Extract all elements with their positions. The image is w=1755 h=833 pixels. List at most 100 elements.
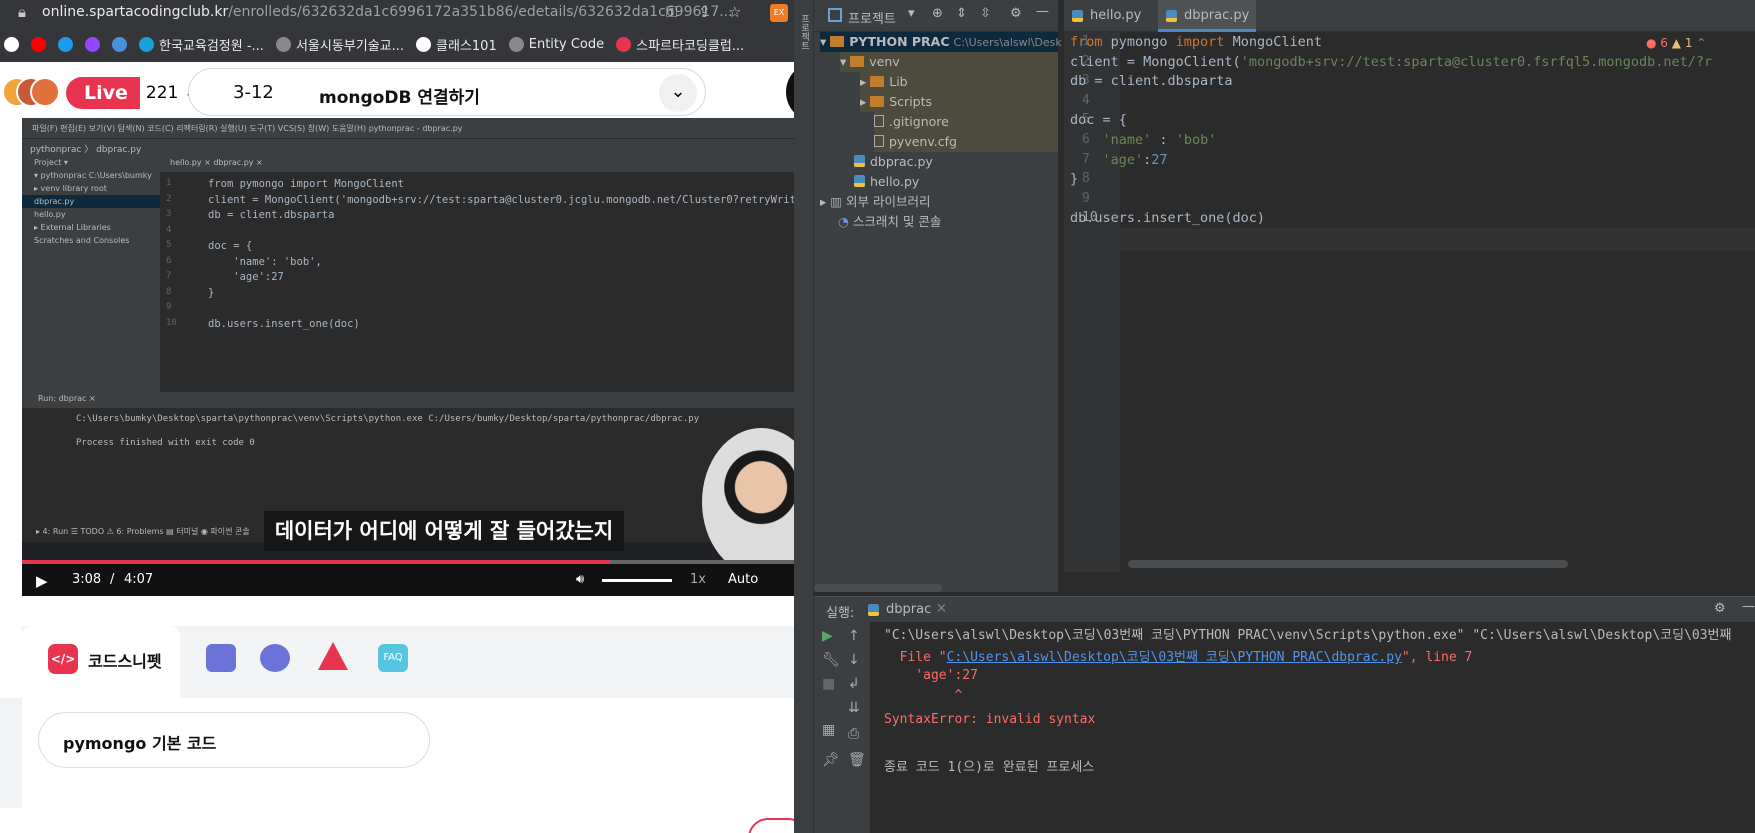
volume-icon[interactable]: 🔊︎ bbox=[576, 572, 584, 587]
exit-message: 종료 코드 1(으)로 완료된 프로세스 bbox=[884, 760, 1095, 775]
code-token: from bbox=[1070, 34, 1103, 50]
tree-item-label: hello.py bbox=[870, 174, 920, 189]
minimize-icon[interactable]: — bbox=[1742, 599, 1755, 614]
project-scrollbar[interactable] bbox=[814, 584, 942, 592]
tree-item-gitignore[interactable]: .gitignore bbox=[874, 112, 1058, 132]
run-tab-label[interactable]: dbprac bbox=[886, 602, 931, 617]
bookmark-item[interactable]: 클래스101 bbox=[416, 35, 497, 54]
bookmark-item[interactable] bbox=[31, 36, 46, 52]
project-tool-button[interactable]: 프로젝트 bbox=[797, 14, 811, 50]
tree-item-scratches[interactable]: ◔ 스크래치 및 콘솔 bbox=[838, 212, 941, 232]
code-token: client = MongoClient( bbox=[1070, 53, 1241, 70]
tab-hello-py[interactable]: hello.py × bbox=[1064, 0, 1156, 55]
tree-item-dbprac[interactable]: dbprac.py bbox=[854, 152, 933, 172]
lesson-number: 3-12 bbox=[233, 82, 274, 103]
video-run-tab: Run: dbprac × bbox=[22, 392, 794, 408]
project-panel-header: 프로젝트 ▾ ⊕ ⇕ ⇳ ⚙ — bbox=[814, 0, 1058, 32]
tree-item-lib[interactable]: ▸ Lib bbox=[860, 72, 1058, 92]
tree-item-venv[interactable]: ▾ venv bbox=[840, 52, 1058, 72]
target-icon[interactable]: ⊕ bbox=[932, 6, 943, 21]
python-file-icon bbox=[1072, 10, 1083, 22]
scroll-end-icon[interactable]: ⇊ bbox=[848, 700, 860, 716]
error-source-line: 'age':27 bbox=[884, 668, 978, 683]
minimize-icon[interactable]: — bbox=[1036, 4, 1049, 19]
video-tree-item: Scratches and Consoles bbox=[34, 236, 130, 245]
gear-icon[interactable]: ⚙ bbox=[1714, 601, 1726, 616]
code-line: client = MongoClient('mongodb+srv://test… bbox=[1070, 54, 1712, 70]
tree-item-scripts[interactable]: ▸ Scripts bbox=[860, 92, 1058, 112]
arrow-up-icon[interactable]: ↑ bbox=[848, 628, 860, 644]
video-run-command: C:\Users\bumky\Desktop\sparta\pythonprac… bbox=[76, 414, 700, 424]
volume-slider[interactable] bbox=[602, 579, 672, 582]
checklist-icon[interactable] bbox=[206, 644, 236, 672]
traceback-file-link[interactable]: C:\Users\alswl\Desktop\코딩\03번째 코딩\PYTHON… bbox=[947, 650, 1402, 665]
video-ide-breadcrumb: pythonprac 〉 dbprac.py bbox=[22, 138, 794, 156]
collapse-all-icon[interactable]: ⇳ bbox=[980, 6, 991, 21]
bookmark-item[interactable] bbox=[58, 36, 73, 52]
soft-wrap-icon[interactable]: ↲ bbox=[848, 676, 860, 692]
tree-item-hello[interactable]: hello.py bbox=[854, 172, 919, 192]
problems-indicator[interactable]: ● 6 ▲ 1 ⌃ bbox=[1646, 36, 1706, 50]
chevron-down-icon[interactable]: ⌄ bbox=[659, 74, 697, 112]
bookmarks-bar: 한국교육검정원 -... 서울시동부기술교... 클래스101 Entity Code… bbox=[0, 26, 794, 62]
url-text[interactable]: online.spartacodingclub.kr/enrolleds/632… bbox=[42, 4, 733, 20]
extension-icon[interactable]: EX bbox=[770, 4, 788, 22]
tree-item-root[interactable]: ▾ PYTHON PRAC C:\Users\alswl\Desk bbox=[820, 32, 1062, 52]
floating-button[interactable] bbox=[748, 818, 794, 833]
star-icon[interactable]: ☆ bbox=[728, 3, 741, 21]
bookmark-item[interactable]: 서울시동부기술교... bbox=[275, 35, 404, 54]
snippet-title-box[interactable]: pymongo 기본 코드 bbox=[38, 712, 430, 768]
stop-icon[interactable]: ■ bbox=[822, 676, 835, 692]
play-icon[interactable]: ▶ bbox=[36, 572, 48, 590]
code-icon: </> bbox=[48, 644, 78, 674]
print-icon[interactable]: ⎙ bbox=[848, 726, 859, 742]
wrench-icon[interactable]: 🔧︎ bbox=[822, 652, 840, 668]
code-line: db.users.insert_one(doc) bbox=[1070, 210, 1265, 226]
trash-icon[interactable]: 🗑︎ bbox=[848, 752, 866, 768]
warning-icon[interactable] bbox=[318, 642, 348, 670]
tree-item-label: 외부 라이브러리 bbox=[846, 194, 931, 209]
code-line: } bbox=[1070, 171, 1078, 187]
video-code-line: db.users.insert_one(doc) bbox=[208, 317, 360, 330]
bookmark-item[interactable]: 한국교육검정원 -... bbox=[139, 35, 264, 54]
quality-selector[interactable]: Auto bbox=[728, 572, 758, 587]
video-controls: ▶ 3:08 / 4:07 🔊︎ 1x Auto bbox=[22, 564, 794, 596]
rerun-icon[interactable]: ▶ bbox=[822, 628, 833, 644]
code-editor[interactable]: from pymongo import MongoClient client = … bbox=[1070, 32, 1755, 572]
video-tree-item: hello.py bbox=[34, 210, 66, 219]
address-bar[interactable]: 🔒︎ online.spartacodingclub.kr/enrolleds/… bbox=[0, 0, 794, 26]
run-panel-header: 실행: dbprac × ⚙ — bbox=[814, 596, 1755, 622]
bookmark-icon bbox=[112, 36, 127, 52]
tab-dbprac-py[interactable]: dbprac.py × bbox=[1158, 0, 1256, 55]
bookmark-item[interactable] bbox=[112, 36, 127, 52]
folder-icon bbox=[850, 56, 865, 67]
faq-icon[interactable]: FAQ bbox=[378, 644, 408, 672]
video-code-line: 'age':27 bbox=[208, 271, 284, 283]
expand-all-icon[interactable]: ⇕ bbox=[956, 6, 967, 21]
live-badge[interactable]: Live 221 ⌄ bbox=[66, 77, 205, 109]
editor-hscrollbar[interactable] bbox=[1128, 560, 1568, 568]
bookmark-item[interactable]: Entity Code bbox=[508, 36, 604, 52]
bookmark-item[interactable] bbox=[85, 36, 100, 52]
gear-icon[interactable]: ⚙ bbox=[1010, 6, 1022, 21]
video-tree-item: ▸ venv library root bbox=[34, 184, 107, 193]
bookmark-item[interactable] bbox=[4, 36, 19, 52]
project-label[interactable]: 프로젝트 bbox=[848, 8, 896, 27]
layout-icon[interactable]: ▦ bbox=[822, 722, 835, 738]
lesson-selector[interactable]: 3-12 mongoDB 연결하기 ⌄ bbox=[188, 68, 706, 116]
chat-icon[interactable] bbox=[260, 644, 290, 672]
arrow-down-icon[interactable]: ↓ bbox=[848, 652, 860, 668]
close-icon[interactable]: × bbox=[936, 601, 947, 616]
tree-item-pyvenv[interactable]: pyvenv.cfg bbox=[874, 132, 1058, 152]
bookmark-icon bbox=[416, 36, 432, 52]
bookmark-item[interactable]: 스파르타코딩클럽... bbox=[616, 35, 744, 54]
playback-speed[interactable]: 1x bbox=[690, 572, 706, 587]
pin-icon[interactable]: 📌︎ bbox=[822, 752, 840, 768]
tree-item-external-libraries[interactable]: ▸ ▥ 외부 라이브러리 bbox=[820, 192, 931, 212]
tab-code-snippet[interactable]: </> 코드스니펫 bbox=[22, 626, 180, 698]
python-file-icon bbox=[854, 175, 865, 187]
key-icon[interactable]: ⚿ bbox=[666, 3, 677, 21]
dropdown-icon[interactable]: ▾ bbox=[908, 6, 915, 21]
lock-icon: 🔒︎ bbox=[18, 3, 26, 21]
share-icon[interactable]: ⇪ bbox=[698, 3, 711, 21]
